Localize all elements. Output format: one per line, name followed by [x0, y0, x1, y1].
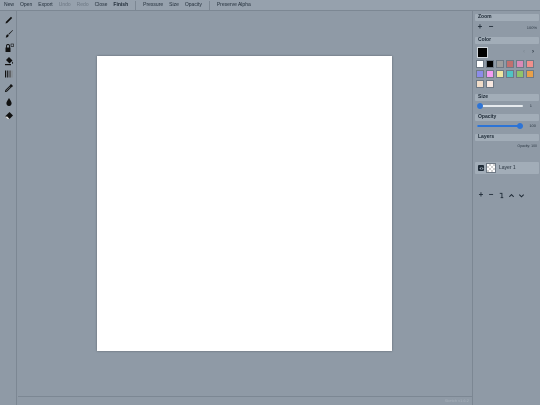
layer-opacity-label: Opacity: 100: [517, 144, 537, 148]
size-value: 1: [529, 103, 532, 108]
palette-swatch[interactable]: [486, 60, 494, 68]
layer-thumbnail: [486, 163, 496, 173]
chevron-right-icon[interactable]: ›: [529, 48, 537, 56]
palette-swatch[interactable]: [526, 60, 534, 68]
color-palette: [476, 60, 538, 88]
current-color-swatch[interactable]: [477, 47, 488, 58]
color-header: Color: [475, 37, 539, 44]
zoom-value: 100%: [526, 25, 537, 30]
palette-swatch[interactable]: [486, 80, 494, 88]
palette-swatch[interactable]: [496, 70, 504, 78]
chevron-up-icon[interactable]: [507, 191, 515, 199]
pressure-toggle[interactable]: Pressure: [140, 0, 166, 11]
opacity-slider-knob[interactable]: [517, 123, 523, 129]
size-toggle[interactable]: Size: [166, 0, 182, 11]
menu-export[interactable]: Export: [35, 0, 55, 11]
pencil-icon[interactable]: [3, 14, 14, 25]
palette-swatch[interactable]: [476, 60, 484, 68]
minus-icon[interactable]: −: [487, 23, 495, 31]
gradient-icon[interactable]: [3, 68, 14, 79]
opacity-toggle[interactable]: Opacity: [182, 0, 205, 11]
visibility-icon[interactable]: [478, 165, 484, 171]
palette-swatch[interactable]: [516, 70, 524, 78]
chevron-left-icon[interactable]: ‹: [520, 48, 528, 56]
opacity-slider[interactable]: [477, 123, 523, 129]
fill-bucket-icon[interactable]: [3, 55, 14, 66]
palette-swatch[interactable]: [496, 60, 504, 68]
opacity-value: 100: [529, 123, 536, 128]
add-layer-icon[interactable]: +: [477, 191, 485, 199]
size-slider-knob[interactable]: [477, 103, 483, 109]
brush-icon[interactable]: [3, 28, 14, 39]
menu-close[interactable]: Close: [92, 0, 111, 11]
palette-swatch[interactable]: [476, 70, 484, 78]
plus-icon[interactable]: +: [476, 23, 484, 31]
size-slider[interactable]: [477, 103, 523, 109]
chevron-down-icon[interactable]: [517, 191, 525, 199]
opacity-header: Opacity: [475, 114, 539, 121]
blur-drop-icon[interactable]: [3, 96, 14, 107]
eraser-icon[interactable]: [3, 109, 14, 120]
preserve-alpha-toggle[interactable]: Preserve Alpha: [214, 0, 254, 11]
properties-panel: Zoom + − 100% Color ‹ › Size 1 Opacity 1…: [472, 11, 540, 405]
menu-finish[interactable]: Finish: [110, 0, 131, 11]
palette-swatch[interactable]: [476, 80, 484, 88]
menu-separator: [208, 0, 210, 10]
status-bar: Sketch v1.6.2: [18, 396, 472, 405]
palette-swatch[interactable]: [506, 60, 514, 68]
version-label: Sketch v1.6.2: [444, 398, 469, 403]
layer-row[interactable]: Layer 1: [475, 162, 539, 174]
zoom-header: Zoom: [475, 14, 539, 21]
menu-open[interactable]: Open: [17, 0, 35, 11]
drawing-canvas[interactable]: [97, 56, 392, 351]
size-header: Size: [475, 94, 539, 101]
menu-bar: New Open Export Undo Redo Close Finish P…: [0, 0, 540, 11]
menu-new[interactable]: New: [0, 0, 17, 11]
tool-bar: [0, 11, 17, 405]
menu-undo[interactable]: Undo: [56, 0, 74, 11]
palette-swatch[interactable]: [486, 70, 494, 78]
palette-swatch[interactable]: [516, 60, 524, 68]
eyedropper-icon[interactable]: [3, 82, 14, 93]
remove-layer-icon[interactable]: −: [487, 191, 495, 199]
lock-alpha-icon[interactable]: [3, 42, 14, 53]
palette-swatch[interactable]: [506, 70, 514, 78]
layer-name: Layer 1: [499, 165, 516, 171]
merge-layer-icon[interactable]: [497, 191, 505, 199]
palette-swatch[interactable]: [526, 70, 534, 78]
layers-header: Layers: [475, 134, 539, 141]
menu-redo[interactable]: Redo: [74, 0, 92, 11]
menu-separator: [135, 0, 137, 10]
